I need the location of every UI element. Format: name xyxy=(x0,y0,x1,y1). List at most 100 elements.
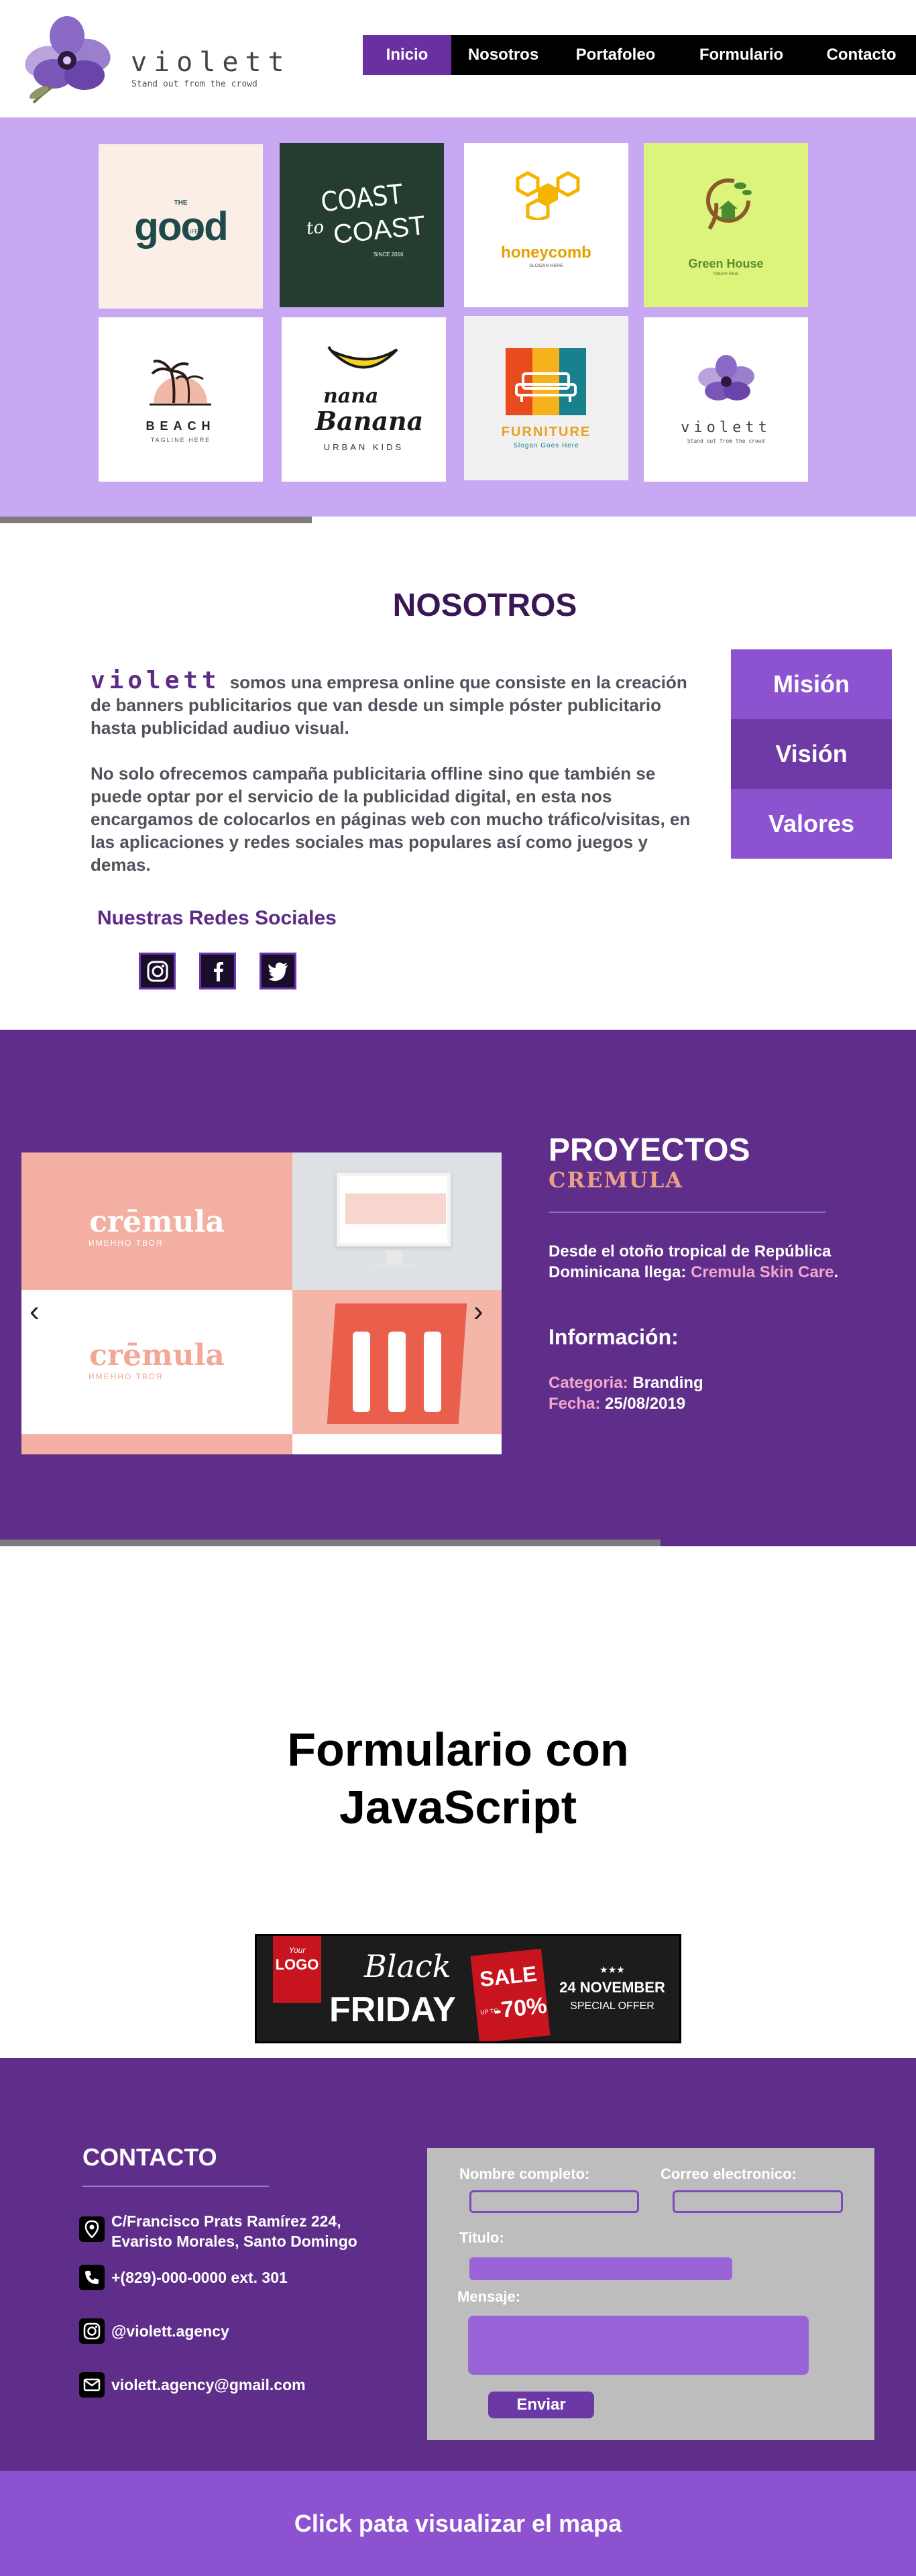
slide-brand: crēmula xyxy=(89,1205,225,1239)
name-input[interactable] xyxy=(469,2190,639,2213)
divider xyxy=(549,1212,826,1213)
address-line: C/Francisco Prats Ramírez 224, xyxy=(111,2212,341,2230)
nav-nosotros[interactable]: Nosotros xyxy=(451,35,555,75)
product-bottle xyxy=(388,1332,406,1412)
phone-row[interactable]: +(829)-000-0000 ext. 301 xyxy=(79,2265,288,2290)
logo-text: LIFE xyxy=(187,229,198,235)
portfolio-item-violett[interactable]: violett Stand out from the crowd xyxy=(644,317,808,482)
nav-inicio[interactable]: Inicio xyxy=(363,35,451,75)
section-divider xyxy=(0,1540,661,1546)
facebook-icon xyxy=(213,961,223,981)
logo-text: violett xyxy=(681,419,771,436)
banner-text: Your xyxy=(288,1945,306,1955)
page: violett Stand out from the crowd Inicio … xyxy=(0,0,916,2576)
banner-text: FRIDAY xyxy=(329,1990,456,2029)
brand-logo[interactable]: violett Stand out from the crowd xyxy=(13,12,284,106)
portfolio-item-good-life[interactable]: THE good LIFE xyxy=(99,144,263,309)
slide-sub: ИМЕННО ТВОЯ xyxy=(89,1238,164,1248)
main-nav: Inicio Nosotros Portafoleo Formulario Co… xyxy=(363,35,916,75)
facebook-link[interactable] xyxy=(199,953,236,989)
date-value: 25/08/2019 xyxy=(605,1395,686,1413)
black-friday-banner[interactable]: Your LOGO Black FRIDAY SALE UP TO -70% ★… xyxy=(255,1934,681,2043)
slide-panel: crēmula ИМЕННО ТВОЯ xyxy=(21,1152,292,1290)
proyectos-subtitle: CREMULA xyxy=(549,1167,684,1193)
slide-panel: crēmula ИМЕННО ТВОЯ xyxy=(21,1290,292,1434)
name-label: Nombre completo: xyxy=(459,2165,590,2182)
project-slider[interactable]: crēmula ИМЕННО ТВОЯ crēmula ИМЕННО ТВОЯ xyxy=(21,1152,502,1454)
mail-icon xyxy=(79,2372,105,2398)
divider xyxy=(82,2186,269,2187)
nav-portafoleo[interactable]: Portafoleo xyxy=(555,35,676,75)
nosotros-paragraph-2: No solo ofrecemos campaña publicitaria o… xyxy=(91,763,691,875)
logo-text: Green House xyxy=(688,257,764,270)
portfolio-item-green-house[interactable]: Green House Nature Real xyxy=(644,143,808,307)
slide-brand: crēmula xyxy=(89,1338,225,1373)
portfolio-item-furniture[interactable]: FURNITURE Slogan Goes Here xyxy=(464,316,628,480)
portfolio-item-beach[interactable]: BEACH TAGLINE HERE xyxy=(99,317,263,482)
message-textarea[interactable] xyxy=(468,2316,809,2375)
tree-house-icon xyxy=(706,178,752,230)
nosotros-side-menu: Misión Visión Valores xyxy=(731,649,892,859)
honeycomb-icon xyxy=(516,171,580,220)
brand-inline: violett xyxy=(91,667,221,694)
nosotros-title: NOSOTROS xyxy=(392,588,577,623)
email-input[interactable] xyxy=(673,2190,843,2213)
email-label: Correo electronico: xyxy=(661,2165,797,2182)
nav-formulario[interactable]: Formulario xyxy=(676,35,807,75)
portfolio-item-nana-banana[interactable]: nana Banana URBAN KIDS xyxy=(282,317,446,482)
category-label: Categoria: xyxy=(549,1374,628,1392)
submit-button[interactable]: Enviar xyxy=(488,2392,594,2418)
logo-text: Slogan Goes Here xyxy=(513,442,579,449)
vision-button[interactable]: Visión xyxy=(731,719,892,789)
address-row: C/Francisco Prats Ramírez 224, Evaristo … xyxy=(79,2211,357,2251)
title-line: Formulario con xyxy=(287,1723,629,1776)
portfolio-item-honeycomb[interactable]: honeycomb SLOGAN HERE xyxy=(464,143,628,307)
nosotros-paragraph-1: violett somos una empresa online que cons… xyxy=(91,669,694,739)
formulario-title: Formulario con JavaScript xyxy=(0,1721,916,1836)
site-header: violett Stand out from the crowd Inicio … xyxy=(0,0,916,117)
logo-ribbon: Your LOGO xyxy=(273,1936,321,2003)
banner-text: SPECIAL OFFER xyxy=(570,2000,654,2012)
slide-panel xyxy=(21,1434,292,1454)
sofa-icon xyxy=(515,372,577,402)
map-link[interactable]: Click pata visualizar el mapa xyxy=(0,2471,916,2576)
instagram-link[interactable] xyxy=(139,953,176,989)
logo-text: SINCE 2016 xyxy=(374,252,404,258)
logo-text: Banana xyxy=(315,406,424,436)
portfolio-section: THE good LIFE COAST to COAST SINCE 2016 … xyxy=(0,117,916,517)
project-highlight: Cremula Skin Care xyxy=(691,1263,834,1281)
logo-text: Nature Real xyxy=(713,272,739,276)
email-text: violett.agency@gmail.com xyxy=(111,2376,306,2394)
monitor-mockup xyxy=(337,1173,451,1246)
banner-text: -70% xyxy=(492,1992,549,2024)
banner-text: SALE xyxy=(478,1961,538,1992)
valores-button[interactable]: Valores xyxy=(731,789,892,859)
instagram-icon xyxy=(79,2318,105,2344)
twitter-link[interactable] xyxy=(260,953,296,989)
product-bottle xyxy=(353,1332,370,1412)
project-meta: Categoria: Branding Fecha: 25/08/2019 xyxy=(549,1373,703,1414)
nav-contacto[interactable]: Contacto xyxy=(807,35,916,75)
instagram-text: @violett.agency xyxy=(111,2322,229,2340)
flower-icon xyxy=(698,355,754,400)
email-row[interactable]: violett.agency@gmail.com xyxy=(79,2372,306,2398)
category-value: Branding xyxy=(632,1374,703,1392)
portfolio-item-coast-to-coast[interactable]: COAST to COAST SINCE 2016 xyxy=(280,143,444,307)
message-label: Mensaje: xyxy=(457,2288,521,2305)
mision-button[interactable]: Misión xyxy=(731,649,892,719)
banner-text: Black xyxy=(364,1948,451,1984)
instagram-row[interactable]: @violett.agency xyxy=(79,2318,229,2344)
slider-next-arrow[interactable]: › xyxy=(473,1295,483,1328)
logo-text: URBAN KIDS xyxy=(323,442,404,452)
logo-text: good xyxy=(134,204,229,249)
slider-prev-arrow[interactable]: ‹ xyxy=(30,1295,40,1328)
twitter-icon xyxy=(268,962,288,981)
contacto-title: CONTACTO xyxy=(82,2143,217,2171)
address-line: Evaristo Morales, Santo Domingo xyxy=(111,2233,357,2250)
title-input[interactable] xyxy=(469,2257,732,2280)
banana-icon xyxy=(327,345,398,369)
logo-text: to xyxy=(305,217,325,239)
logo-text: nana xyxy=(323,384,379,408)
logo-text: TAGLINE HERE xyxy=(150,437,211,443)
location-pin-icon xyxy=(79,2216,105,2242)
